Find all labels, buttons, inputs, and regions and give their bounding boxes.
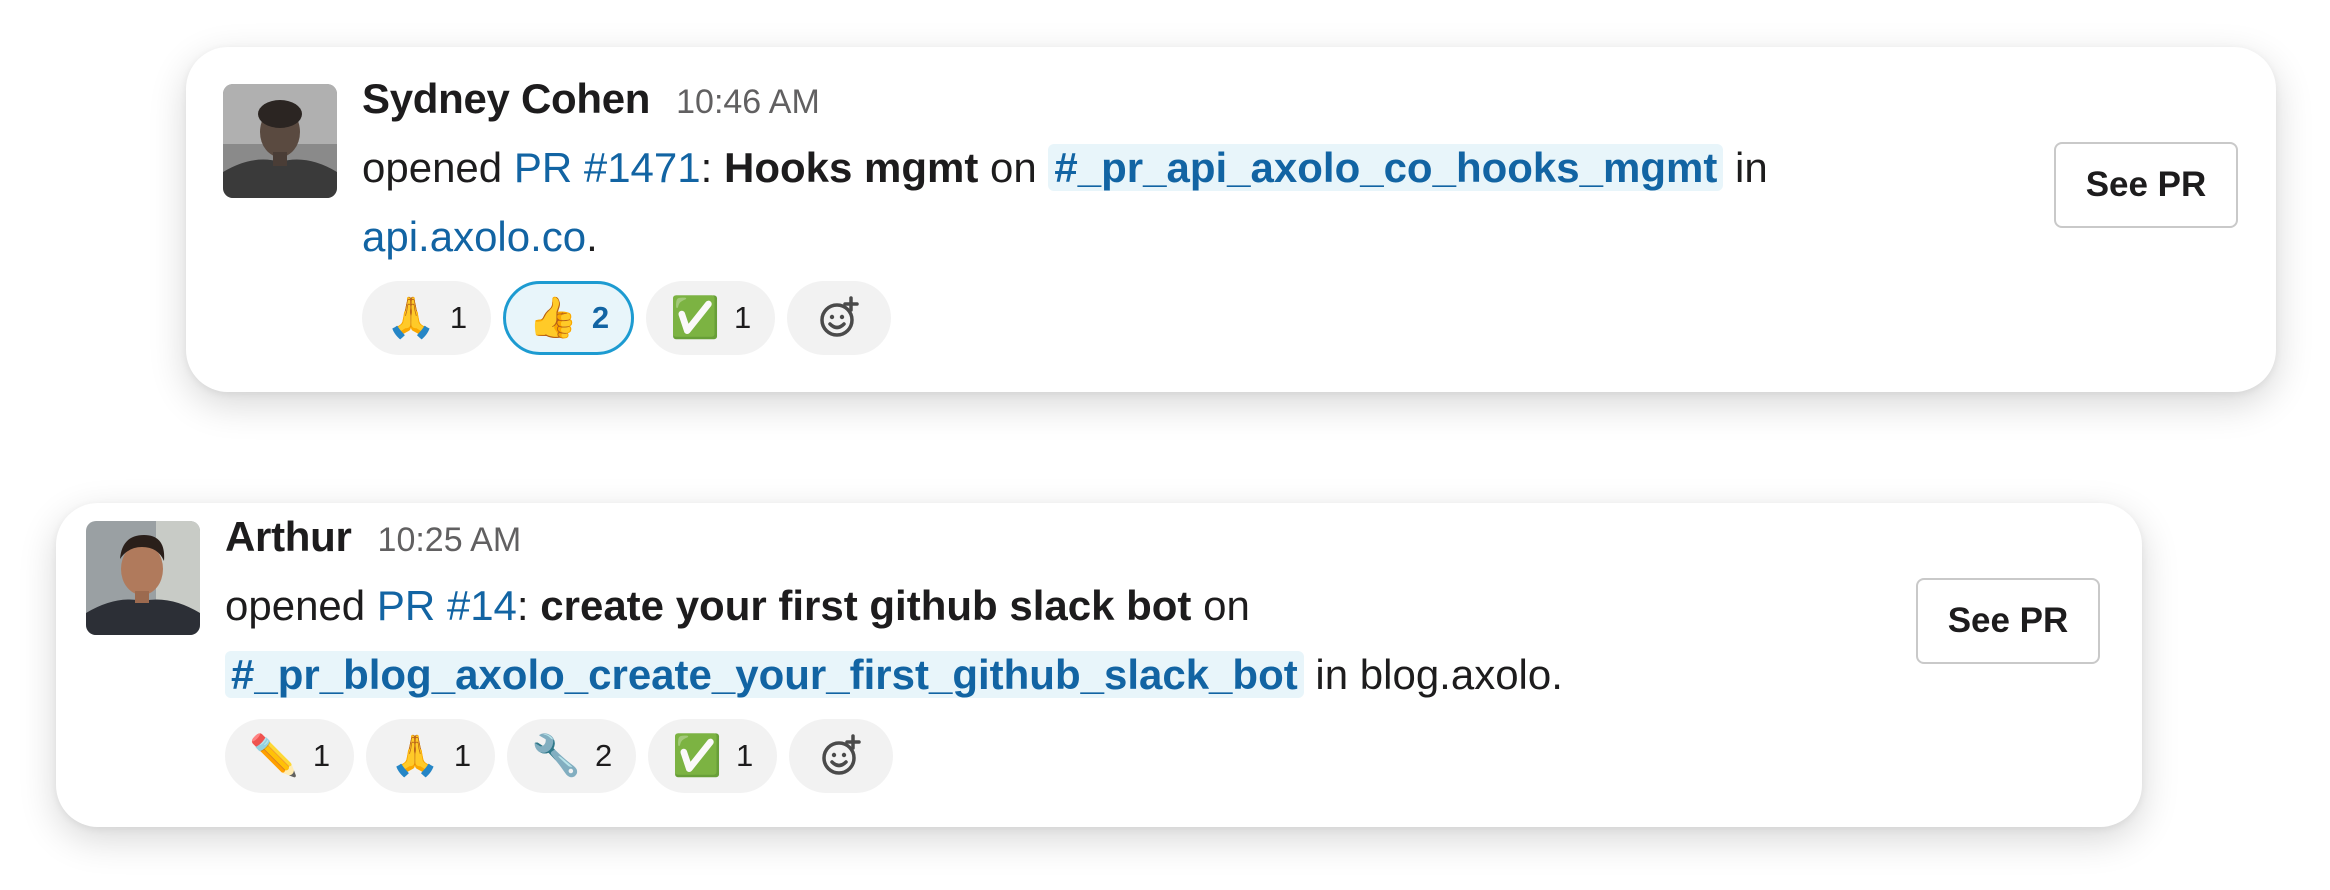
pr-title: create your first github slack bot <box>540 582 1192 629</box>
action-text: opened <box>362 144 503 191</box>
channel-link[interactable]: #_pr_api_axolo_co_hooks_mgmt <box>1048 144 1724 191</box>
reaction-wrench[interactable]: 🔧 2 <box>507 719 637 793</box>
reaction-count: 1 <box>449 300 468 335</box>
action-text: opened <box>225 582 366 629</box>
add-reaction-icon <box>817 732 865 780</box>
repo-text: blog.axolo. <box>1359 651 1563 698</box>
reaction-count: 2 <box>594 738 613 773</box>
message-header: Arthur 10:25 AM <box>225 513 1925 571</box>
reaction-thumbs-up[interactable]: 👍 2 <box>503 281 635 355</box>
add-reaction-button[interactable] <box>789 719 894 793</box>
message-content: Sydney Cohen 10:46 AM opened PR #1471: H… <box>362 75 2062 355</box>
see-pr-button[interactable]: See PR <box>2054 142 2238 228</box>
check-mark-icon: ✅ <box>672 734 722 778</box>
reaction-count: 1 <box>453 738 472 773</box>
reaction-count: 1 <box>736 738 754 773</box>
pr-title: Hooks mgmt <box>723 144 979 191</box>
in-text: in <box>1735 144 1768 191</box>
check-mark-icon: ✅ <box>670 296 720 340</box>
timestamp[interactable]: 10:46 AM <box>676 83 820 122</box>
timestamp[interactable]: 10:25 AM <box>378 521 522 560</box>
folded-hands-icon: 🙏 <box>390 734 440 778</box>
message-card: Arthur 10:25 AM opened PR #14: create yo… <box>56 503 2142 827</box>
author-name[interactable]: Sydney Cohen <box>362 75 650 123</box>
folded-hands-icon: 🙏 <box>386 296 436 340</box>
message-card: Sydney Cohen 10:46 AM opened PR #1471: H… <box>186 47 2276 392</box>
avatar[interactable] <box>86 521 200 635</box>
reaction-count: 2 <box>591 300 610 335</box>
repo-link[interactable]: api.axolo.co <box>362 213 586 260</box>
add-reaction-icon <box>815 294 863 342</box>
reactions-bar: ✏️ 1 🙏 1 🔧 2 ✅ 1 <box>225 719 1925 793</box>
message-header: Sydney Cohen 10:46 AM <box>362 75 2062 133</box>
reaction-folded-hands[interactable]: 🙏 1 <box>362 281 492 355</box>
author-name[interactable]: Arthur <box>225 513 352 561</box>
pencil-icon: ✏️ <box>249 734 299 778</box>
colon-text: : <box>700 144 713 191</box>
reaction-pencil[interactable]: ✏️ 1 <box>225 719 355 793</box>
reaction-folded-hands[interactable]: 🙏 1 <box>366 719 496 793</box>
add-reaction-button[interactable] <box>787 281 892 355</box>
reaction-check-mark[interactable]: ✅ 1 <box>648 719 778 793</box>
reactions-bar: 🙏 1 👍 2 ✅ 1 <box>362 281 2062 355</box>
reaction-count: 1 <box>312 738 331 773</box>
reaction-check-mark[interactable]: ✅ 1 <box>646 281 776 355</box>
thumbs-up-icon: 👍 <box>528 296 578 340</box>
avatar[interactable] <box>223 84 337 198</box>
in-text: in <box>1315 651 1349 698</box>
on-text: on <box>990 144 1037 191</box>
pr-link[interactable]: PR #14 <box>377 582 517 629</box>
see-pr-button[interactable]: See PR <box>1916 578 2100 664</box>
wrench-icon: 🔧 <box>531 734 581 778</box>
message-body: opened PR #1471: Hooks mgmt on #_pr_api_… <box>362 133 2062 271</box>
message-body: opened PR #14: create your first github … <box>225 571 1925 709</box>
on-text: on <box>1203 582 1250 629</box>
message-content: Arthur 10:25 AM opened PR #14: create yo… <box>225 513 1925 793</box>
colon-text: : <box>516 582 529 629</box>
trailing-text: . <box>586 213 598 260</box>
channel-link[interactable]: #_pr_blog_axolo_create_your_first_github… <box>225 651 1304 698</box>
reaction-count: 1 <box>733 300 752 335</box>
pr-link[interactable]: PR #1471 <box>514 144 701 191</box>
